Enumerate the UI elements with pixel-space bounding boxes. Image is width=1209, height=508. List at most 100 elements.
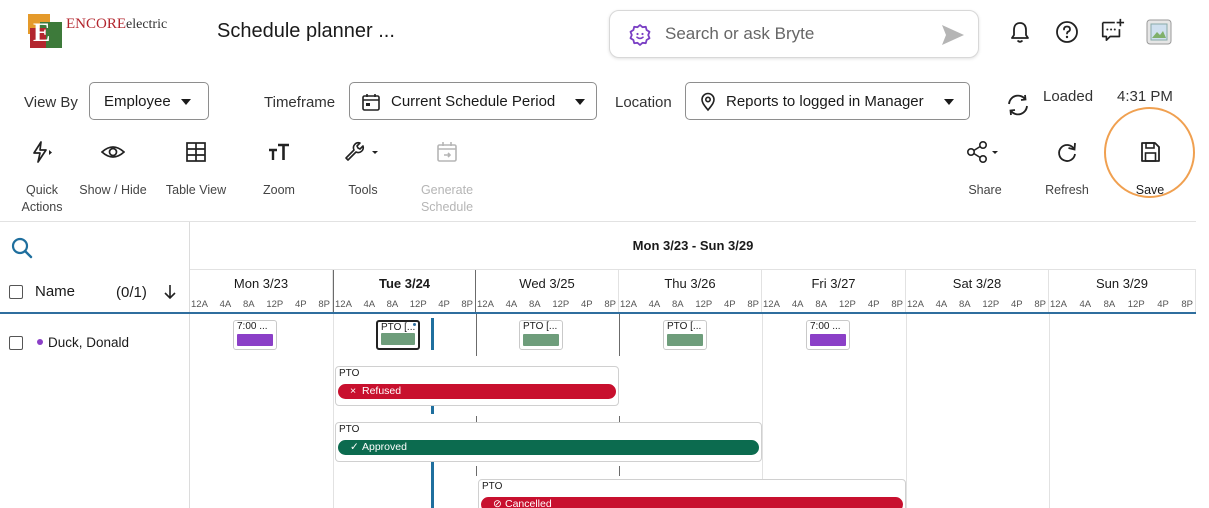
- shift-label: PTO [...: [523, 321, 558, 332]
- hour-label: 4A: [219, 299, 232, 310]
- view-by-dropdown[interactable]: Employee: [89, 82, 209, 120]
- pto-request-card[interactable]: PTO × Refused: [335, 366, 619, 406]
- timeframe-label: Timeframe: [264, 94, 336, 111]
- shift-bar: [810, 334, 846, 346]
- share-icon: [966, 140, 998, 164]
- pto-label: PTO: [339, 424, 360, 435]
- pto-status-label: Cancelled: [505, 498, 552, 508]
- name-column-header[interactable]: Name: [35, 283, 75, 300]
- location-dropdown[interactable]: Reports to logged in Manager: [685, 82, 970, 120]
- shift-card[interactable]: 7:00 ...: [233, 320, 277, 350]
- hour-label: 4A: [1079, 299, 1092, 310]
- shift-label: 7:00 ...: [810, 321, 841, 332]
- hour-label: 8A: [815, 299, 828, 310]
- wrench-icon: [345, 141, 378, 161]
- shift-bar: [237, 334, 273, 346]
- shift-card-selected[interactable]: PTO [...: [376, 320, 420, 350]
- day-header: Tue 3/24 12A 4A 8A 12P 4P 8P: [333, 270, 476, 314]
- current-time-indicator: [431, 318, 434, 350]
- hour-label: 8P: [891, 299, 903, 310]
- eye-icon: [101, 146, 125, 158]
- shift-label: PTO [...: [381, 322, 416, 333]
- help-icon[interactable]: [1054, 19, 1080, 45]
- chevron-down-icon: [181, 99, 191, 105]
- search-input[interactable]: Search or ask Bryte: [665, 24, 814, 44]
- bryte-search-box[interactable]: Search or ask Bryte: [609, 10, 979, 58]
- save-icon: [1141, 142, 1160, 162]
- hour-label: 8A: [672, 299, 684, 310]
- day-divider: [906, 314, 907, 508]
- hour-label: 8P: [461, 299, 473, 310]
- sort-arrow-down-icon[interactable]: [163, 284, 177, 300]
- generate-schedule-label: Generate Schedule: [420, 183, 474, 214]
- shift-bar: [381, 333, 415, 345]
- hour-scale: 12A 4A 8A 12P 4P 8P: [1050, 299, 1195, 310]
- shift-label: PTO [...: [667, 321, 702, 332]
- day-header: Wed 3/25 12A 4A 8A 12P 4P 8P: [476, 270, 619, 314]
- table-view-button[interactable]: Table View: [161, 140, 231, 199]
- refresh-button[interactable]: Refresh: [1032, 140, 1102, 199]
- pto-request-card[interactable]: PTO ✓ Approved: [335, 422, 762, 462]
- refresh-label: Refresh: [1045, 183, 1089, 197]
- share-label: Share: [968, 183, 1002, 197]
- shift-card[interactable]: 7:00 ...: [806, 320, 850, 350]
- hour-label: 4P: [438, 299, 450, 310]
- hour-label: 4A: [363, 299, 376, 310]
- shift-card[interactable]: PTO [...: [663, 320, 707, 350]
- hour-label: 8P: [1181, 299, 1193, 310]
- zoom-button[interactable]: Zoom: [244, 140, 314, 199]
- employee-status-dot: [37, 339, 43, 345]
- employee-checkbox[interactable]: [9, 336, 23, 350]
- share-button[interactable]: Share: [950, 140, 1020, 199]
- hour-label: 12A: [477, 299, 494, 310]
- user-avatar-icon[interactable]: [1146, 19, 1172, 45]
- day-label: Fri 3/27: [811, 276, 856, 291]
- timeframe-dropdown[interactable]: Current Schedule Period: [349, 82, 597, 120]
- hour-label: 12P: [982, 299, 1000, 310]
- tools-button[interactable]: Tools: [328, 140, 398, 199]
- hour-label: 12P: [838, 299, 856, 310]
- logo-text: ENCOREelectric: [66, 16, 168, 32]
- pto-status-bar: ⊘ Cancelled: [481, 497, 903, 508]
- pto-status-label: Refused: [362, 385, 402, 397]
- save-button[interactable]: Save: [1115, 140, 1185, 199]
- hour-label: 8P: [604, 299, 616, 310]
- hour-label: 4A: [791, 299, 804, 310]
- pto-request-card[interactable]: PTO ⊘ Cancelled: [478, 479, 906, 508]
- hour-label: 8P: [318, 299, 330, 310]
- employee-panel: Name (0/1) Duck, Donald: [0, 222, 190, 508]
- hour-label: 8A: [243, 299, 255, 310]
- day-divider: [1049, 314, 1050, 508]
- select-all-checkbox[interactable]: [9, 285, 23, 299]
- page-title: Schedule planner ...: [217, 20, 395, 42]
- hour-label: 8P: [1034, 299, 1046, 310]
- hour-label: 12A: [1050, 299, 1067, 310]
- employee-name[interactable]: Duck, Donald: [48, 335, 129, 350]
- hour-label: 4P: [867, 299, 880, 310]
- bryte-assistant-icon: [629, 24, 651, 46]
- tools-label: Tools: [348, 183, 378, 197]
- show-hide-button[interactable]: Show / Hide: [78, 140, 148, 199]
- hour-label: 12P: [552, 299, 570, 310]
- lightning-icon: [33, 141, 52, 163]
- day-divider: [476, 314, 477, 356]
- sync-icon[interactable]: [1005, 93, 1031, 117]
- day-divider: [619, 466, 620, 476]
- pto-label: PTO: [339, 368, 360, 379]
- quick-actions-button[interactable]: Quick Actions: [7, 140, 77, 216]
- day-divider: [619, 314, 620, 356]
- send-icon[interactable]: [940, 23, 966, 47]
- bell-icon[interactable]: [1007, 19, 1033, 45]
- current-time-indicator: [431, 406, 434, 414]
- hour-scale: 12A 4A 8A 12P 4P 8P: [907, 299, 1048, 310]
- search-icon[interactable]: [10, 236, 34, 260]
- hour-label: 12A: [191, 299, 208, 310]
- add-comment-icon[interactable]: [1099, 17, 1125, 43]
- hour-scale: 12A 4A 8A 12P 4P 8P: [477, 299, 618, 310]
- approved-check-icon: ✓: [350, 441, 359, 453]
- shift-card[interactable]: PTO [...: [519, 320, 563, 350]
- day-headers: Mon 3/23 12A 4A 8A 12P 4P 8P Tue 3/24 12A 4A 8A 12P…: [190, 269, 1196, 314]
- generate-schedule-button[interactable]: Generate Schedule: [412, 140, 482, 216]
- hour-label: 12A: [620, 299, 637, 310]
- hour-label: 12A: [907, 299, 924, 310]
